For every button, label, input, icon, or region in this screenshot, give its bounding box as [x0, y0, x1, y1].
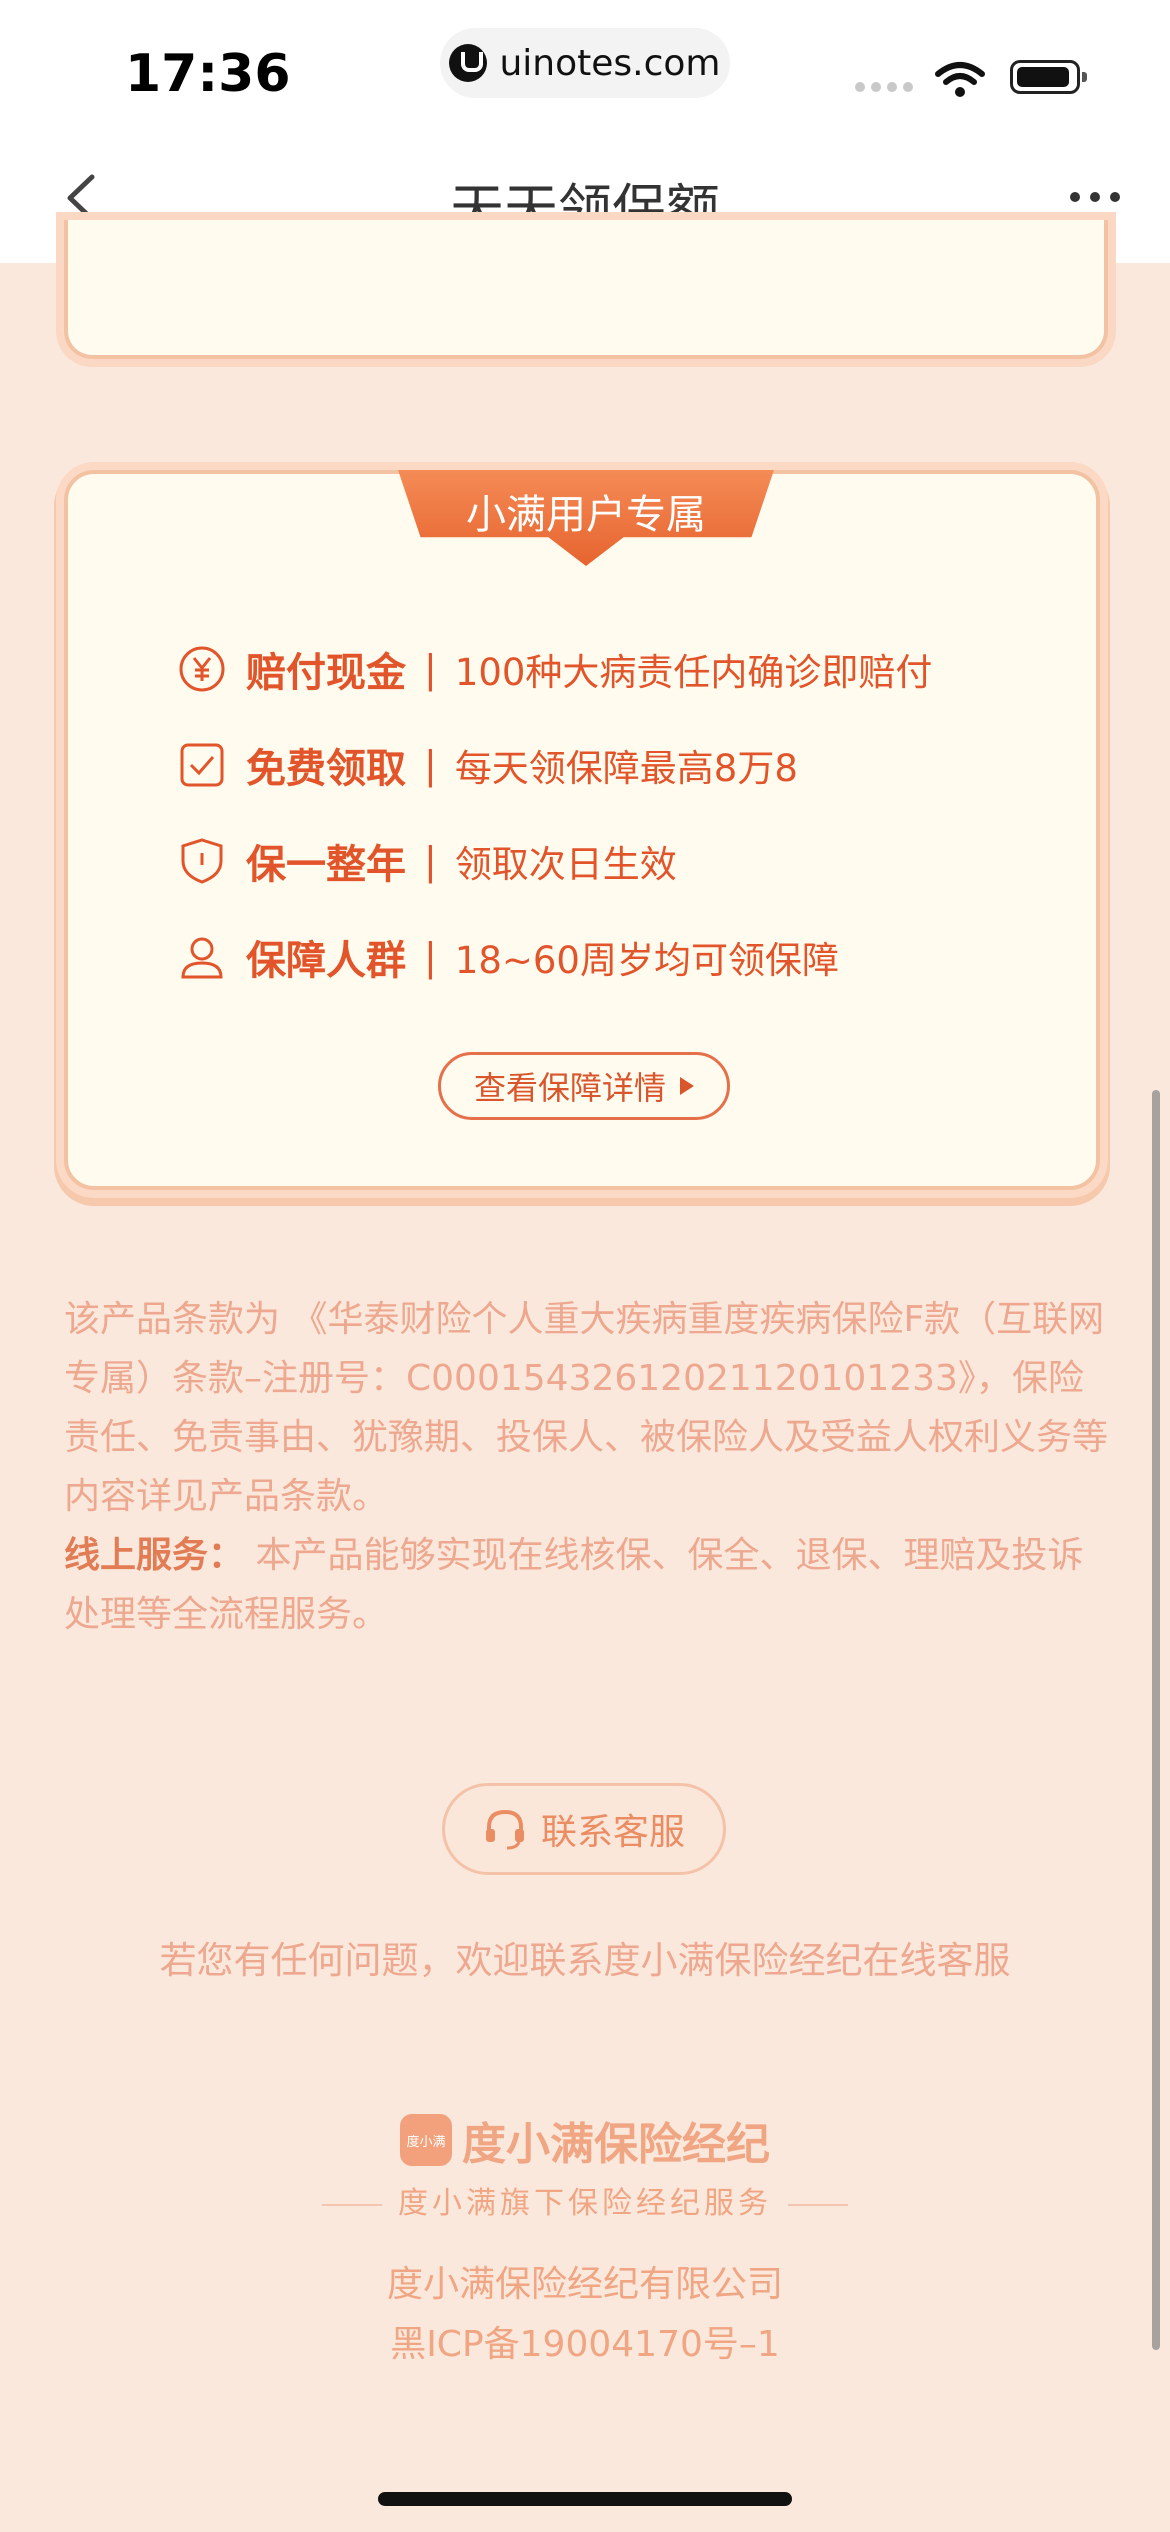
view-details-button[interactable]: 查看保障详情	[438, 1052, 730, 1120]
company-name: 度小满保险经纪有限公司	[386, 2264, 783, 2305]
status-bar: 17:36 uinotes.com	[0, 0, 1170, 135]
contact-note: 若您有任何问题，欢迎联系度小满保险经纪在线客服	[159, 1939, 1011, 1982]
benefits-card: 小满用户专属 赔付现金 | 100种大病责任内确诊即赔付 免费领取 | 每天领保…	[64, 470, 1100, 1190]
icp-number: 黑ICP备19004170号–1	[390, 2324, 780, 2365]
feature-name: 保一整年	[246, 842, 406, 888]
feature-desc: 领取次日生效	[454, 843, 677, 886]
feature-separator: |	[424, 647, 437, 691]
brand-name: 度小满保险经纪	[462, 2119, 770, 2170]
contact-support-button[interactable]: 联系客服	[442, 1783, 726, 1875]
previous-card	[64, 220, 1108, 359]
play-arrow-icon	[680, 1077, 694, 1095]
ribbon-label: 小满用户专属	[466, 492, 706, 538]
contact-support-label: 联系客服	[540, 1812, 685, 1853]
status-time: 17:36	[125, 44, 291, 104]
feature-separator: |	[424, 935, 437, 979]
yen-circle-icon	[179, 646, 225, 692]
site-logo-icon	[449, 44, 488, 82]
brand-logo-icon: 度小满	[400, 2114, 452, 2166]
url-text: uinotes.com	[499, 42, 721, 84]
feature-desc: 100种大病责任内确诊即赔付	[454, 651, 933, 694]
feature-name: 免费领取	[246, 746, 406, 792]
terms-text: 该产品条款为 《华泰财险个人重大疾病重度疾病保险F款（互联网专属）条款–注册号：…	[64, 1290, 1114, 1644]
view-details-label: 查看保障详情	[473, 1069, 666, 1107]
feature-separator: |	[424, 839, 437, 883]
feature-separator: |	[424, 743, 437, 787]
feature-desc: 18~60周岁均可领保障	[454, 939, 839, 982]
feature-name: 保障人群	[246, 938, 406, 984]
url-pill[interactable]: uinotes.com	[440, 28, 730, 98]
scrollbar[interactable]	[1152, 1090, 1160, 2350]
battery-icon	[1010, 60, 1087, 94]
online-service-label: 线上服务：	[64, 1535, 245, 1576]
feature-row-people: 保障人群 | 18~60周岁均可领保障	[178, 922, 839, 992]
feature-name: 赔付现金	[246, 650, 406, 696]
brand-subtitle: 度小满旗下保险经纪服务	[0, 2178, 1170, 2222]
shield-icon	[181, 838, 223, 884]
home-indicator[interactable]	[378, 2492, 792, 2506]
feature-row-year: 保一整年 | 领取次日生效	[178, 826, 677, 896]
terms-body: 该产品条款为 《华泰财险个人重大疾病重度疾病保险F款（互联网专属）条款–注册号：…	[64, 1299, 1109, 1517]
headset-icon	[485, 1809, 524, 1850]
more-icon[interactable]	[1070, 187, 1130, 207]
cellular-signal-icon	[855, 82, 913, 92]
feature-row-free: 免费领取 | 每天领保障最高8万8	[178, 730, 798, 800]
feature-row-cash: 赔付现金 | 100种大病责任内确诊即赔付	[178, 634, 932, 704]
feature-desc: 每天领保障最高8万8	[454, 747, 798, 790]
check-box-icon	[180, 743, 224, 787]
person-icon	[181, 937, 223, 979]
wifi-icon	[935, 62, 985, 97]
brand-row: 度小满 度小满保险经纪	[0, 2108, 1170, 2172]
brand-logo-text: 度小满	[406, 2134, 446, 2150]
